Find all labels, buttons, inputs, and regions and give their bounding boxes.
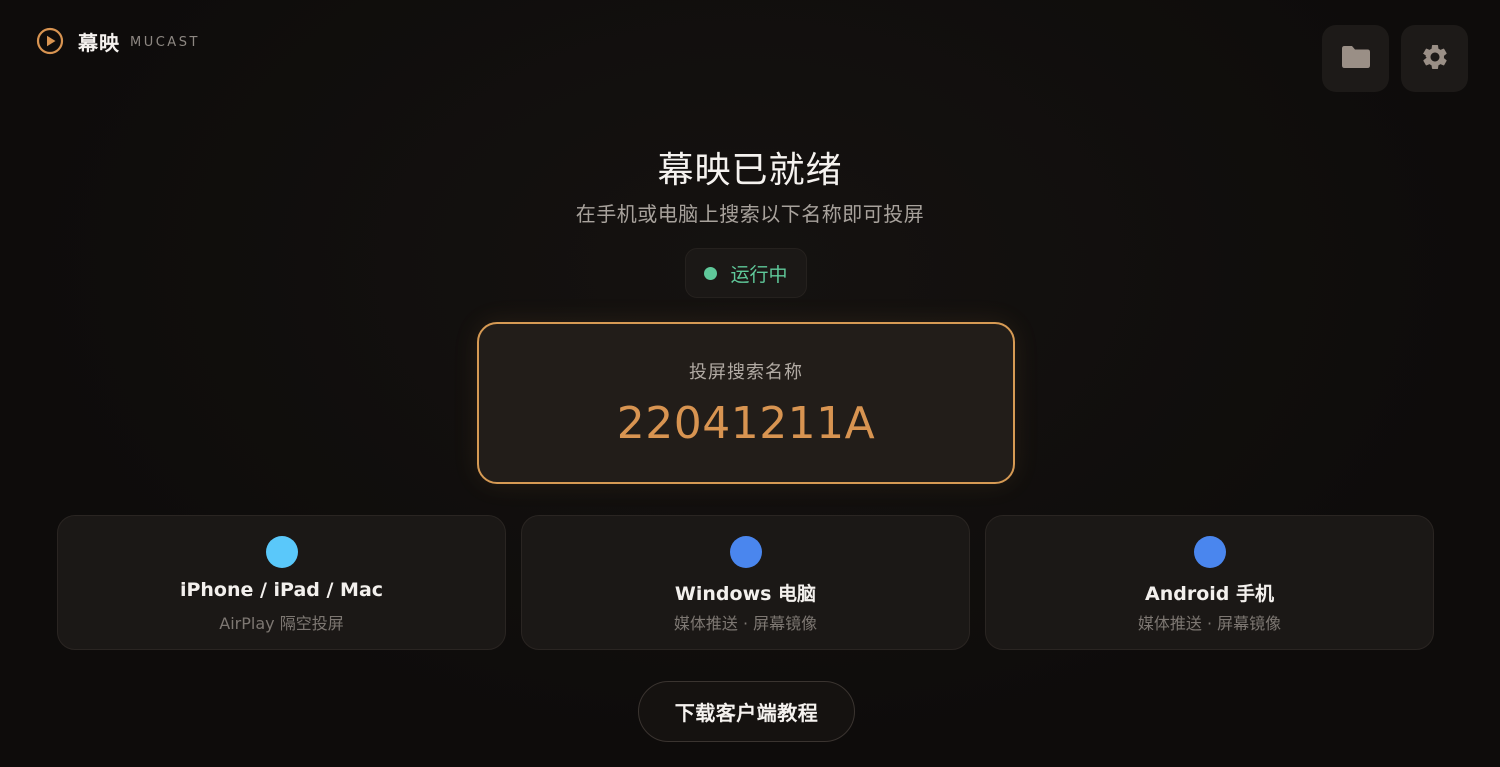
status-text: 运行中 (730, 263, 788, 286)
device-title: Windows 电脑 (674, 583, 817, 605)
page-title: 幕映已就绪 (657, 150, 843, 191)
cast-name-card: 投屏搜索名称 22041211A (477, 322, 1015, 484)
device-dot-icon (729, 536, 762, 568)
page-subtitle: 在手机或电脑上搜索以下名称即可投屏 (575, 202, 925, 226)
gear-icon (1420, 42, 1450, 76)
app-window: 幕映 MUCAST 幕映已就绪 在手机或电脑上搜索以下名称即可投屏 运行中 投屏… (0, 0, 1500, 767)
brand: 幕映 MUCAST (36, 26, 200, 56)
device-desc: 媒体推送 · 屏幕镜像 (673, 614, 818, 633)
brand-name: 幕映 (78, 30, 120, 55)
cast-name-label: 投屏搜索名称 (689, 362, 803, 383)
device-desc: AirPlay 隔空投屏 (219, 614, 344, 633)
folder-icon (1341, 45, 1371, 73)
device-title: Android 手机 (1145, 583, 1274, 605)
settings-button[interactable] (1401, 25, 1468, 92)
device-title: iPhone / iPad / Mac (179, 579, 384, 601)
device-card-windows: Windows 电脑 媒体推送 · 屏幕镜像 (521, 515, 970, 650)
device-card-android: Android 手机 媒体推送 · 屏幕镜像 (985, 515, 1434, 650)
status-badge: 运行中 (685, 248, 807, 298)
play-circle-icon (36, 27, 64, 55)
device-dot-icon (1193, 536, 1226, 568)
download-tutorial-button[interactable]: 下载客户端教程 (638, 681, 855, 742)
device-card-apple: iPhone / iPad / Mac AirPlay 隔空投屏 (57, 515, 506, 650)
brand-subtitle: MUCAST (130, 34, 200, 50)
device-dot-icon (265, 536, 298, 568)
device-desc: 媒体推送 · 屏幕镜像 (1137, 614, 1282, 633)
folder-button[interactable] (1322, 25, 1389, 92)
status-dot-icon (704, 266, 718, 280)
cast-name-value: 22041211A (616, 398, 876, 449)
